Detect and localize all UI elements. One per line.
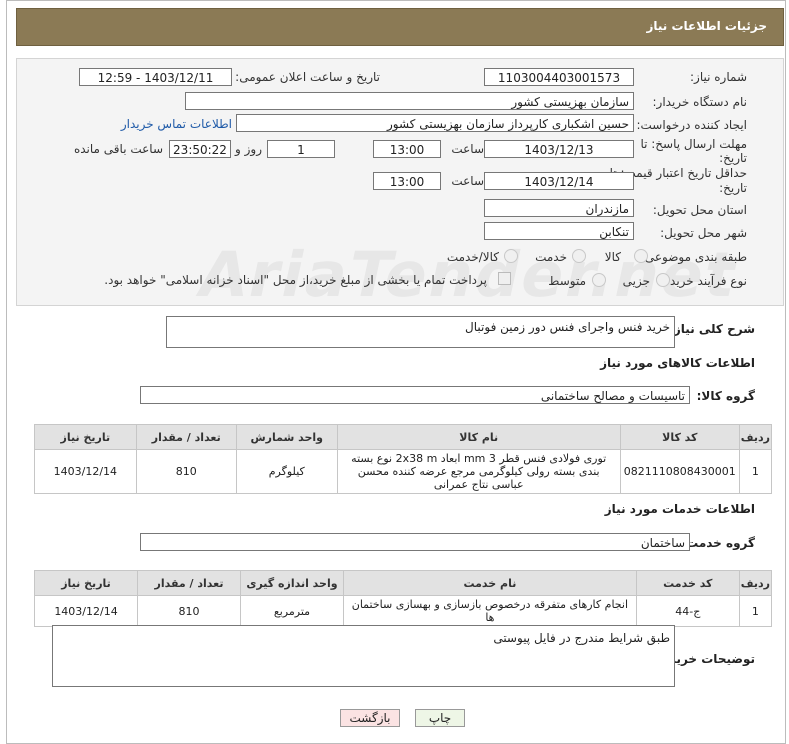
goods-table-header: ردیف کد کالا نام کالا واحد شمارش تعداد /…	[34, 424, 773, 450]
services-col-qty: تعداد / مقدار	[137, 570, 241, 596]
process-option-minor: جزیی	[622, 274, 650, 288]
days-label: روز و	[235, 142, 262, 156]
process-option-medium: متوسط	[548, 274, 586, 288]
goods-group-label: گروه کالا:	[696, 389, 755, 403]
validity-date-field: 1403/12/14	[484, 172, 634, 190]
announce-label: تاریخ و ساعت اعلان عمومی:	[235, 70, 380, 84]
process-radio-minor[interactable]	[656, 273, 670, 287]
validity-time-label: ساعت	[451, 174, 484, 188]
goods-col-name: نام کالا	[336, 424, 621, 450]
services-cell-row: 1	[738, 595, 773, 627]
services-table: ردیف کد خدمت نام خدمت واحد اندازه گیری ت…	[33, 570, 773, 627]
services-cell-name: انجام کارهای متفرقه درخصوص بازسازی و بهس…	[342, 595, 637, 627]
category-radio-goods-service[interactable]	[504, 249, 518, 263]
services-table-header: ردیف کد خدمت نام خدمت واحد اندازه گیری ت…	[33, 570, 773, 596]
deadline-label: مهلت ارسال پاسخ: تا	[640, 137, 747, 151]
table-row: 1 0821110808430001 توری فولادی فنس قطر 3…	[34, 449, 773, 494]
back-button[interactable]: بازگشت	[340, 709, 400, 727]
province-field: مازندران	[484, 199, 634, 217]
creator-label: ایجاد کننده درخواست:	[636, 118, 747, 132]
services-cell-qty: 810	[137, 595, 241, 627]
goods-cell-unit: کیلوگرم	[235, 449, 338, 494]
creator-field: حسین اشکباری کارپرداز سازمان بهزیستی کشو…	[236, 114, 634, 132]
goods-cell-code: 0821110808430001	[619, 449, 740, 494]
treasury-payment-note: پرداخت تمام یا بخشی از مبلغ خرید،از محل …	[104, 273, 487, 287]
print-button[interactable]: چاپ	[415, 709, 465, 727]
goods-col-code: کد کالا	[619, 424, 740, 450]
goods-col-date: تاریخ نیاز	[34, 424, 137, 450]
services-col-date: تاریخ نیاز	[33, 570, 139, 596]
category-option-service: خدمت	[535, 250, 567, 264]
services-group-field: ساختمان	[140, 533, 690, 551]
remaining-time-field: 23:50:22	[169, 140, 231, 158]
goods-cell-name: توری فولادی فنس قطر 3 mm ابعاد 2x38 m نو…	[336, 449, 621, 494]
need-number-field: 1103004403001573	[484, 68, 634, 86]
services-col-unit: واحد اندازه گیری	[239, 570, 344, 596]
services-cell-date: 1403/12/14	[33, 595, 139, 627]
buyer-org-field: سازمان بهزیستی کشور	[185, 92, 634, 110]
goods-group-field: تاسیسات و مصالح ساختمانی	[140, 386, 690, 404]
deadline-date-field: 1403/12/13	[484, 140, 634, 158]
goods-col-qty: تعداد / مقدار	[135, 424, 237, 450]
services-section-title: اطلاعات خدمات مورد نیاز	[604, 502, 755, 516]
services-col-row: ردیف	[738, 570, 773, 596]
goods-col-unit: واحد شمارش	[235, 424, 338, 450]
buyer-contact-link[interactable]: اطلاعات تماس خریدار	[121, 117, 232, 131]
deadline-time-field: 13:00	[373, 140, 441, 158]
services-cell-code: ج-44	[635, 595, 740, 627]
services-cell-unit: مترمربع	[239, 595, 344, 627]
summary-field: خرید فنس واجرای فنس دور زمین فوتبال	[166, 316, 675, 348]
summary-label: شرح کلی نیاز:	[669, 322, 755, 336]
announce-datetime-field: 1403/12/11 - 12:59	[79, 68, 232, 86]
need-number-label: شماره نیاز:	[690, 70, 747, 84]
goods-section-title: اطلاعات کالاهای مورد نیاز	[600, 356, 755, 370]
category-option-goods-service: کالا/خدمت	[446, 250, 499, 264]
validity-label-date: تاریخ:	[719, 181, 747, 195]
page-header: جزئیات اطلاعات نیاز	[16, 8, 784, 46]
goods-cell-date: 1403/12/14	[34, 449, 137, 494]
goods-table: ردیف کد کالا نام کالا واحد شمارش تعداد /…	[34, 424, 773, 494]
validity-time-field: 13:00	[373, 172, 441, 190]
days-remaining-field: 1	[267, 140, 335, 158]
buyer-notes-field: طبق شرایط مندرج در فایل پیوستی	[52, 625, 675, 687]
category-option-goods: کالا	[604, 250, 621, 264]
city-field: تنکابن	[484, 222, 634, 240]
treasury-payment-checkbox[interactable]	[498, 272, 511, 285]
process-radio-medium[interactable]	[592, 273, 606, 287]
deadline-label-date: تاریخ:	[719, 151, 747, 165]
goods-cell-qty: 810	[135, 449, 237, 494]
category-label: طبقه بندی موضوعی:	[640, 250, 747, 264]
goods-col-row: ردیف	[738, 424, 773, 450]
services-col-code: کد خدمت	[635, 570, 740, 596]
table-row: 1 ج-44 انجام کارهای متفرقه درخصوص بازساز…	[33, 595, 773, 627]
category-radio-service[interactable]	[572, 249, 586, 263]
services-col-name: نام خدمت	[342, 570, 637, 596]
remaining-time-label: ساعت باقی مانده	[73, 142, 163, 156]
services-group-label: گروه خدمت:	[681, 536, 755, 550]
process-label: نوع فرآیند خرید :	[662, 274, 747, 288]
buyer-org-label: نام دستگاه خریدار:	[652, 95, 748, 109]
page-title: جزئیات اطلاعات نیاز	[646, 19, 767, 33]
city-label: شهر محل تحویل:	[660, 226, 747, 240]
goods-cell-row: 1	[738, 449, 773, 494]
province-label: استان محل تحویل:	[652, 203, 747, 217]
deadline-time-label: ساعت	[451, 142, 484, 156]
category-radio-goods[interactable]	[634, 249, 648, 263]
